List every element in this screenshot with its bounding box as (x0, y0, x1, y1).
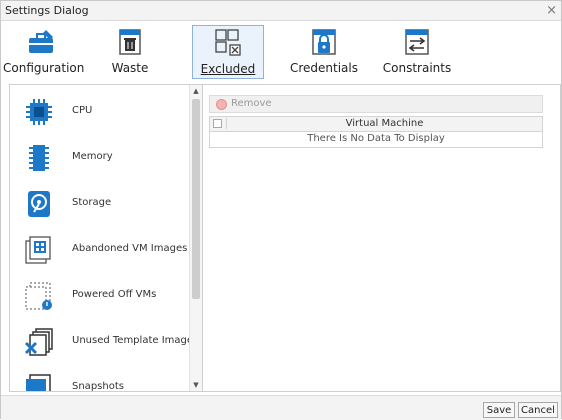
tab-label: Constraints (382, 61, 452, 75)
scroll-up-icon[interactable]: ▲ (190, 85, 202, 97)
close-icon[interactable]: × (546, 3, 557, 18)
tab-label: Credentials (289, 61, 358, 75)
empty-message: There Is No Data To Display (307, 133, 445, 144)
sidebar-item-label: Snapshots (72, 381, 124, 392)
save-button[interactable]: Save (483, 402, 515, 418)
tab-credentials[interactable]: Credentials (289, 25, 359, 77)
toolbar: Configuration Waste Excluded Credentials… (1, 21, 561, 83)
trash-icon (119, 29, 141, 55)
sidebar-item-cpu[interactable]: CPU (20, 95, 190, 135)
sidebar-item-memory[interactable]: Memory (20, 141, 190, 181)
memory-icon (29, 145, 49, 171)
tab-label: Waste (111, 61, 149, 75)
toolbox-icon (29, 30, 53, 53)
grid-toolbar: Remove (209, 95, 543, 113)
scroll-down-icon[interactable]: ▼ (190, 379, 202, 391)
arrows-icon (405, 29, 429, 55)
dialog-footer: Save Cancel (1, 395, 561, 420)
lock-icon (312, 29, 336, 55)
tab-label: Configuration (3, 61, 85, 75)
dialog-title: Settings Dialog (5, 4, 89, 17)
snapshot-icon (26, 374, 51, 391)
tab-excluded[interactable]: Excluded (192, 25, 264, 79)
powered-off-icon (25, 282, 52, 310)
sidebar-item-powered-off-vms[interactable]: Powered Off VMs (20, 279, 190, 319)
sidebar-item-snapshots[interactable]: Snapshots (20, 371, 190, 392)
sidebar-item-label: Unused Template Images (72, 335, 199, 346)
settings-dialog: Settings Dialog × Configuration Waste Ex… (0, 0, 562, 420)
unused-templates-icon (24, 328, 53, 356)
cancel-button[interactable]: Cancel (518, 402, 558, 418)
tab-label: Excluded (200, 62, 256, 76)
sidebar-item-label: Storage (72, 197, 112, 208)
sidebar-scrollbar[interactable]: ▲ ▼ (189, 85, 202, 391)
sidebar-item-label: Abandoned VM Images (72, 243, 188, 254)
sidebar-item-label: CPU (72, 105, 93, 116)
remove-icon (216, 99, 227, 110)
scroll-thumb[interactable] (192, 99, 200, 299)
excluded-grid-icon (215, 29, 241, 56)
remove-label: Remove (231, 98, 272, 109)
sidebar-item-storage[interactable]: Storage (20, 187, 190, 227)
sidebar-item-abandoned-vm-images[interactable]: Abandoned VM Images (20, 233, 190, 273)
cpu-icon (26, 99, 52, 125)
tab-waste[interactable]: Waste (105, 25, 155, 77)
column-header-virtual-machine[interactable]: Virtual Machine (226, 118, 542, 129)
tab-constraints[interactable]: Constraints (382, 25, 452, 77)
sidebar-item-label: Memory (72, 151, 113, 162)
category-list: CPU Memory Storage Abandoned VM Images P… (9, 84, 203, 392)
storage-icon (28, 191, 50, 217)
sidebar-item-label: Powered Off VMs (72, 289, 157, 300)
vm-grid: Virtual Machine There Is No Data To Disp… (209, 116, 543, 148)
abandoned-images-icon (25, 236, 51, 264)
title-bar: Settings Dialog × (1, 1, 561, 21)
tab-configuration[interactable]: Configuration (3, 25, 85, 77)
select-all-checkbox[interactable] (213, 119, 222, 128)
sidebar-item-unused-template-images[interactable]: Unused Template Images (20, 325, 198, 365)
content-pane: Remove Virtual Machine There Is No Data … (203, 84, 561, 392)
grid-header: Virtual Machine (210, 117, 542, 132)
